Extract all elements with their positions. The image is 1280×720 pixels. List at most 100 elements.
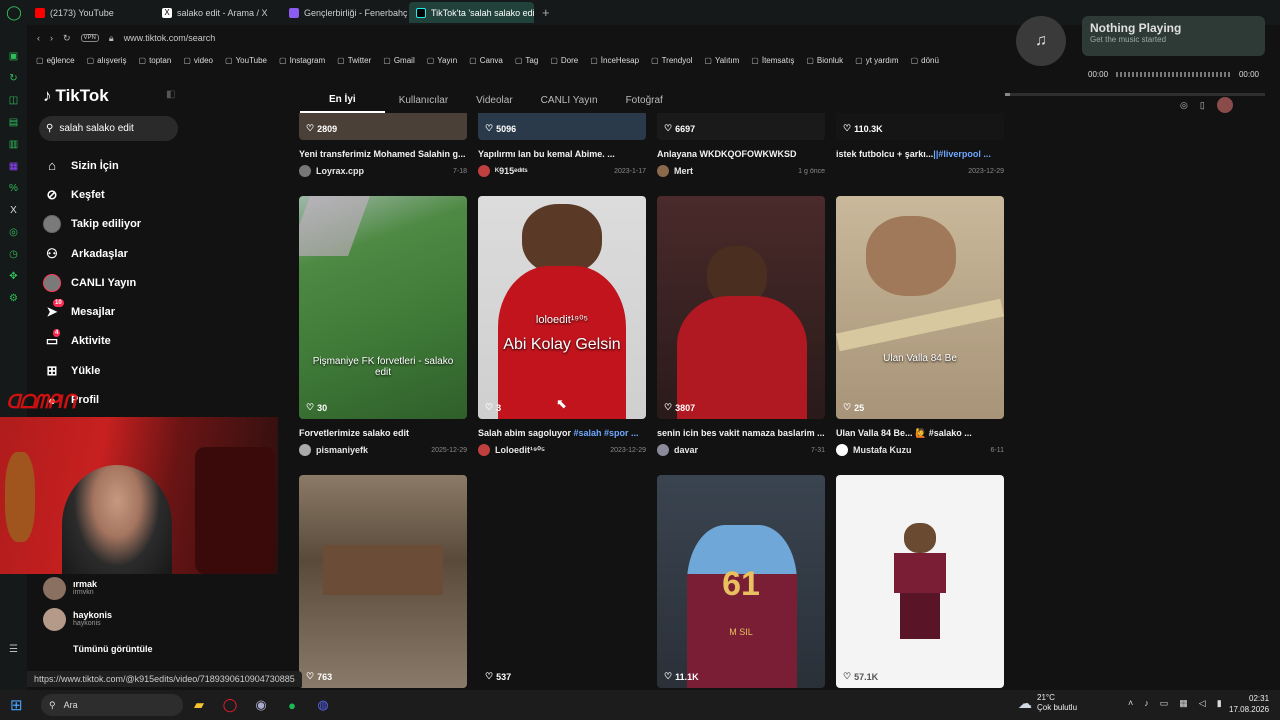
crypto-icon[interactable]: ▤ <box>7 117 21 128</box>
tab-top[interactable]: En İyi <box>300 87 385 113</box>
bookmark-item[interactable]: ▢ Yalıtım <box>704 56 739 65</box>
following-account[interactable]: haykonis haykonis <box>43 606 183 632</box>
nav-item-for-you[interactable]: ⌂ Sizin İçin <box>43 151 183 180</box>
speaker-icon[interactable]: ◁ <box>1199 698 1206 709</box>
tab-photo[interactable]: Fotoğraf <box>612 87 677 113</box>
discord-icon[interactable]: ◍ <box>315 697 331 713</box>
video-thumbnail[interactable]: 61 M SIL ♡ 11.1K <box>657 475 825 688</box>
video-card[interactable]: ♡ 5096 Yapılırmı lan bu kemal Abime. ... … <box>478 113 646 177</box>
following-account[interactable]: ırmak irmvkn <box>43 575 183 601</box>
nav-item-explore[interactable]: ⊘ Keşfet <box>43 180 183 209</box>
video-thumbnail[interactable]: ♡ 537 <box>478 475 646 688</box>
bookmark-item[interactable]: ▢ toptan <box>139 56 172 65</box>
username[interactable]: davar <box>674 445 698 455</box>
browser-tab[interactable]: (2173) YouTube <box>28 2 153 23</box>
username[interactable]: Mustafa Kuzu <box>853 445 912 455</box>
bookmark-item[interactable]: ▢ YouTube <box>225 56 267 65</box>
nav-item-friends[interactable]: ⚇ Arkadaşlar <box>43 239 183 268</box>
search-input[interactable]: ⚲ salah salako edit <box>39 116 178 141</box>
video-card[interactable]: loloedit¹⁹⁰⁵ Abi Kolay Gelsin ♡ 3 Salah a… <box>478 196 646 456</box>
opera-icon[interactable]: ◯ <box>222 697 238 713</box>
music-seekbar[interactable] <box>1116 71 1231 77</box>
new-tab-button[interactable]: + <box>536 5 556 20</box>
extensions-icon[interactable]: ✥ <box>7 271 21 282</box>
username[interactable]: Loyrax.cpp <box>316 166 364 176</box>
see-all-link[interactable]: Tümünü görüntüle <box>73 644 152 654</box>
twitch-icon[interactable]: ▦ <box>7 161 21 172</box>
settings-icon[interactable]: ⚙ <box>7 293 21 304</box>
reload-icon[interactable]: ↻ <box>63 33 71 44</box>
tab-live[interactable]: CANLI Yayın <box>527 87 612 113</box>
bookmark-item[interactable]: ▢ Canva <box>469 56 503 65</box>
nav-item-activity[interactable]: ▭ 4 Aktivite <box>43 327 183 356</box>
opera-logo-icon[interactable]: ◯ <box>0 0 28 25</box>
bookmark-item[interactable]: ▢ Bionluk <box>806 56 843 65</box>
video-card[interactable]: ♡ 57.1K <box>836 475 1004 688</box>
video-thumbnail[interactable]: loloedit¹⁹⁰⁵ Abi Kolay Gelsin ♡ 3 <box>478 196 646 419</box>
profile-avatar[interactable] <box>1216 97 1233 113</box>
video-card[interactable]: ♡ 110.3K istek futbolcu + şarkı...||#live… <box>836 113 1004 177</box>
forward-icon[interactable]: › <box>50 33 53 43</box>
video-thumbnail[interactable]: Pişmaniye FK forvetleri - salako edit ♡ 3… <box>299 196 467 419</box>
video-card[interactable]: Pişmaniye FK forvetleri - salako edit ♡ 3… <box>299 196 467 456</box>
bookmark-item[interactable]: ▢ video <box>183 56 213 65</box>
percent-icon[interactable]: % <box>7 183 21 194</box>
browser-tab[interactable]: Gençlerbirliği - Fenerbahçe <box>282 2 407 23</box>
music-note-icon[interactable]: ♫ <box>1016 16 1066 66</box>
bookmark-item[interactable]: ▢ dönü <box>911 56 939 65</box>
bookmark-item[interactable]: ▢ İtemsatış <box>751 56 794 65</box>
steam-icon[interactable]: ◉ <box>253 697 269 713</box>
folder-icon[interactable]: ▰ <box>191 697 207 713</box>
keyboard-icon[interactable]: ▭ <box>1160 698 1169 709</box>
refresh-icon[interactable]: ↻ <box>7 73 21 84</box>
tiktok-logo[interactable]: ♪ TikTok <box>43 86 109 106</box>
network-icon[interactable]: ▦ <box>1179 698 1188 709</box>
video-thumbnail[interactable]: ♡ 763 <box>299 475 467 688</box>
history-icon[interactable]: ◷ <box>7 249 21 260</box>
bookmark-item[interactable]: ▢ Dore <box>550 56 578 65</box>
bookmark-item[interactable]: ▢ Trendyol <box>651 56 692 65</box>
windows-start-icon[interactable]: ⊞ <box>10 696 34 714</box>
video-thumbnail[interactable]: ♡ 57.1K <box>836 475 1004 688</box>
x-icon[interactable]: X <box>7 205 21 216</box>
username[interactable]: Mert <box>674 166 693 176</box>
vpn-badge[interactable]: VPN <box>80 34 99 42</box>
video-card[interactable]: ♡ 763 <box>299 475 467 688</box>
video-thumbnail[interactable]: Ulan Valla 84 Be ♡ 25 <box>836 196 1004 419</box>
bookmark-item[interactable]: ▢ yt yardım <box>855 56 898 65</box>
username[interactable]: ᴷ915ᵉᵈᶦᵗˢ <box>495 166 528 176</box>
browser-tab[interactable]: Xsalako edit - Arama / X <box>155 2 280 23</box>
battery-icon[interactable]: ▮ <box>1217 698 1222 709</box>
username[interactable]: pismaniyefk <box>316 445 368 455</box>
bookmark-item[interactable]: ▢ Tag <box>515 56 538 65</box>
video-card[interactable]: ♡ 537 <box>478 475 646 688</box>
tab-videos[interactable]: Videolar <box>462 87 527 113</box>
video-card[interactable]: ♡ 6697 Anlayana WKDKQOFOWKWKSD Mert 1 g ön… <box>657 113 825 177</box>
nav-item-live[interactable]: CANLI Yayın <box>43 268 183 297</box>
spotify-icon[interactable]: ● <box>284 698 300 713</box>
nav-item-messages[interactable]: ➤ 10 Mesajlar <box>43 297 183 326</box>
video-card[interactable]: ♡ 2809 Yeni transferimiz Mohamed Salahin … <box>299 113 467 177</box>
bookmark-item[interactable]: ▢ alışveriş <box>87 56 127 65</box>
wallet-icon[interactable]: ▣ <box>7 51 21 62</box>
compass-icon[interactable]: ◎ <box>1180 100 1188 111</box>
circle-icon[interactable]: ◎ <box>7 227 21 238</box>
bookmark-item[interactable]: ▢ Instagram <box>279 56 325 65</box>
m-icon[interactable]: ▥ <box>7 139 21 150</box>
username[interactable]: Loloedit¹⁹⁰⁵ <box>495 445 545 456</box>
microphone-icon[interactable]: ♪ <box>1144 698 1149 709</box>
url-input[interactable]: www.tiktok.com/search <box>124 33 216 43</box>
nav-item-following[interactable]: Takip ediliyor <box>43 210 183 239</box>
bookmark-item[interactable]: ▢ Twitter <box>337 56 371 65</box>
bag-icon[interactable]: ◫ <box>7 95 21 106</box>
weather-widget[interactable]: ☁ 21°C Çok bulutlu <box>1018 693 1077 713</box>
bookmark-item[interactable]: ▢ Gmail <box>383 56 414 65</box>
bookmark-item[interactable]: ▢ Yayın <box>427 56 457 65</box>
phone-icon[interactable]: ▯ <box>1200 100 1205 111</box>
video-card[interactable]: Ulan Valla 84 Be ♡ 25 Ulan Valla 84 Be...… <box>836 196 1004 456</box>
chevron-up-icon[interactable]: ˄ <box>1128 698 1133 709</box>
bookmark-item[interactable]: ▢ İnceHesap <box>590 56 639 65</box>
nav-item-upload[interactable]: ⊞ Yükle <box>43 356 183 385</box>
menu-icon[interactable]: ☰ <box>9 644 18 655</box>
tab-users[interactable]: Kullanıcılar <box>385 87 462 113</box>
